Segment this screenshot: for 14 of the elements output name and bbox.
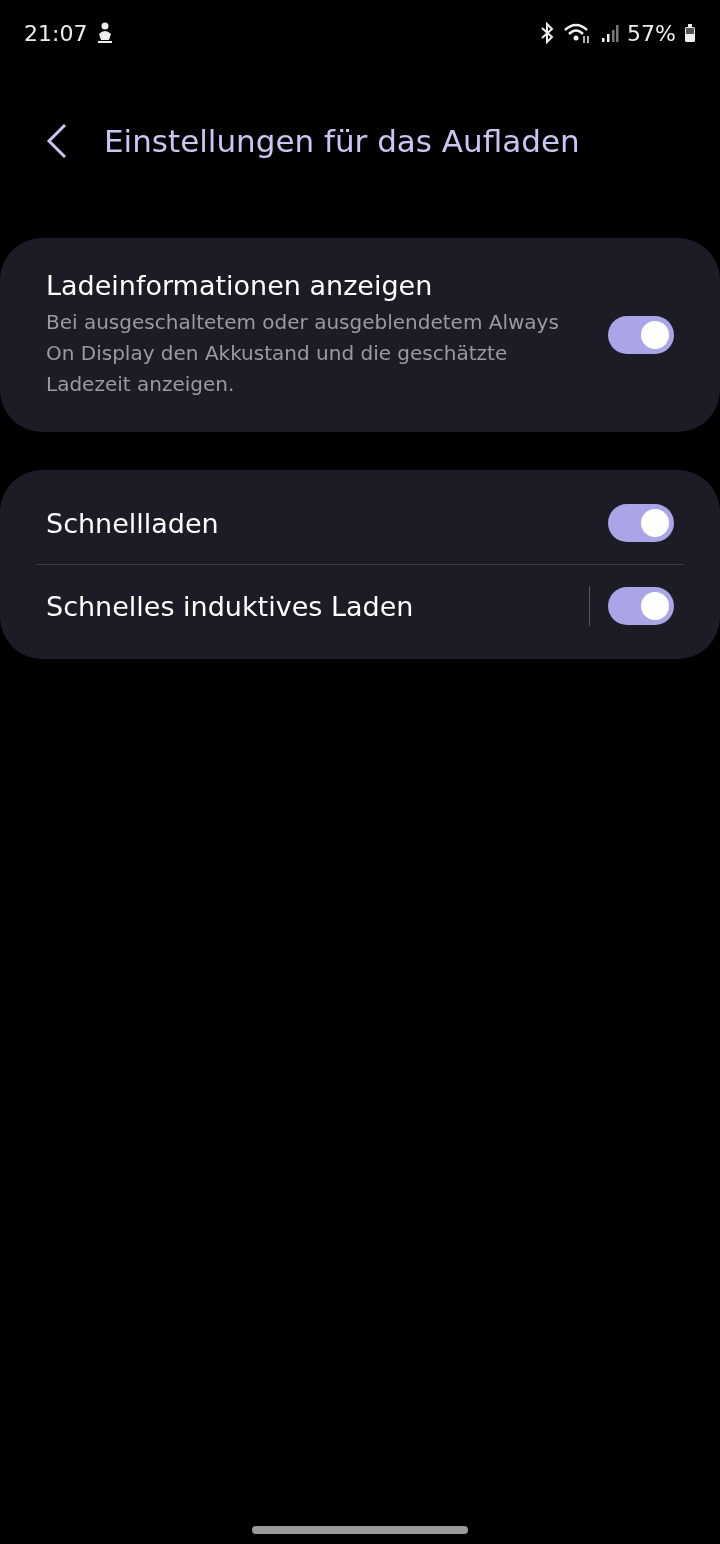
setting-title[interactable]: Schnelles induktives Laden (46, 590, 571, 622)
battery-level: 57% (627, 20, 676, 46)
status-time: 21:07 (24, 20, 88, 46)
toggle-switch[interactable] (608, 316, 674, 354)
signal-icon (601, 22, 620, 44)
battery-icon (684, 22, 696, 44)
setting-description: Bei ausgeschaltetem oder ausgeblendetem Always On Display den Akkustand und die geschätzte Ladezeit anzeigen. (46, 309, 560, 398)
toggle-switch[interactable] (608, 504, 674, 542)
setting-title[interactable]: Ladeinformationen anzeigen (46, 270, 590, 301)
toggle-switch[interactable] (608, 587, 674, 625)
bluetooth-icon (539, 22, 556, 44)
setting-title[interactable]: Schnellladen (46, 507, 590, 539)
back-icon[interactable] (46, 123, 68, 159)
page-title: Einstellungen für das Aufladen (104, 123, 580, 159)
